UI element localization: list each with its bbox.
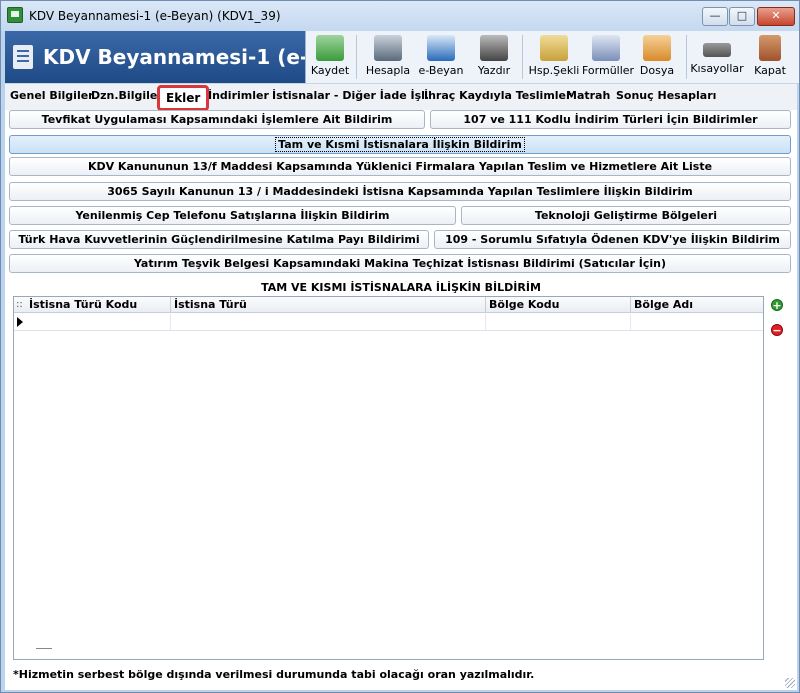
current-row-indicator-icon (17, 317, 23, 327)
e-beyan-label: e-Beyan (418, 64, 464, 77)
keyboard-icon (703, 43, 731, 57)
kisayollar-button[interactable]: Kısayollar (690, 33, 744, 81)
tab-indirimler[interactable]: İndirimler (208, 89, 269, 102)
e-beyan-logo-icon (427, 35, 455, 61)
minimize-button[interactable]: — (702, 7, 728, 26)
dosya-label: Dosya (639, 64, 675, 77)
kanun-3065-button[interactable]: 3065 Sayılı Kanunun 13 / i Maddesindeki … (9, 182, 791, 201)
toolbar-separator (522, 35, 523, 79)
close-window-button[interactable]: ✕ (757, 7, 795, 26)
cell-bolge-adi[interactable] (631, 314, 763, 330)
table-row[interactable] (14, 314, 763, 331)
istisna-grid[interactable]: :: İstisna Türü Kodu İstisna Türü Bölge … (13, 296, 764, 660)
thk-katilma-payi-button[interactable]: Türk Hava Kuvvetlerinin Güçlendirilmesin… (9, 230, 429, 249)
hesapla-button[interactable]: Hesapla (364, 33, 412, 81)
column-bolge-adi[interactable]: Bölge Adı (631, 297, 763, 313)
tab-ihrac-kaydiyla-teslimler[interactable]: İhraç Kaydıyla Teslimler (424, 89, 571, 102)
tam-kismi-istisna-label: Tam ve Kısmi İstisnalara İlişkin Bildiri… (275, 137, 525, 152)
column-drag-handle[interactable]: :: (16, 299, 23, 310)
tam-kismi-istisna-button[interactable]: Tam ve Kısmi İstisnalara İlişkin Bildiri… (9, 135, 791, 154)
window-title: KDV Beyannamesi-1 (e-Beyan) (KDV1_39) (29, 9, 281, 23)
cell-istisna-turu[interactable] (171, 314, 486, 330)
toolbar-separator (356, 35, 357, 79)
tab-ekler[interactable]: Ekler (157, 85, 210, 111)
cell-istisna-turu-kodu[interactable] (26, 314, 171, 330)
hesapla-label: Hesapla (365, 64, 411, 77)
tevfikat-button[interactable]: Tevfikat Uygulaması Kapsamındaki İşlemle… (9, 110, 425, 129)
forms-icon (592, 35, 620, 61)
yazdir-label: Yazdır (477, 64, 511, 77)
kapat-label: Kapat (754, 64, 786, 77)
section-title: TAM VE KISMI İSTİSNALARA İLİŞKİN BİLDİRİ… (261, 281, 541, 294)
kdv-13f-button[interactable]: KDV Kanununun 13/f Maddesi Kapsamında Yü… (9, 157, 791, 176)
gears-icon (540, 35, 568, 61)
footnote: *Hizmetin serbest bölge dışında verilmes… (13, 668, 535, 681)
content-panel: Tevfikat Uygulaması Kapsamındaki İşlemle… (5, 110, 797, 690)
tab-istisnalar[interactable]: İstisnalar - Diğer İade İşl. (272, 89, 429, 102)
tab-matrah[interactable]: Matrah (566, 89, 610, 102)
yazdir-button[interactable]: Yazdır (472, 33, 516, 81)
printer-icon (480, 35, 508, 61)
kaydet-button[interactable]: Kaydet (308, 33, 352, 81)
column-istisna-turu[interactable]: İstisna Türü (171, 297, 486, 313)
tab-bar: Genel Bilgiler Dzn.Bilgileri Ekler İndir… (5, 83, 797, 111)
app-icon (7, 7, 23, 23)
hesap-sekli-button[interactable]: Hsp.Şekli (528, 33, 580, 81)
add-row-icon[interactable]: + (771, 299, 783, 311)
formuller-label: Formüller (582, 64, 635, 77)
yenilenmis-cep-telefonu-button[interactable]: Yenilenmiş Cep Telefonu Satışlarına İliş… (9, 206, 456, 225)
yatirim-tesvik-button[interactable]: Yatırım Teşvik Belgesi Kapsamındaki Maki… (9, 254, 791, 273)
folder-icon (643, 35, 671, 61)
resize-grip-icon[interactable] (785, 678, 795, 688)
door-exit-icon (759, 35, 781, 61)
e-beyan-button[interactable]: e-Beyan (416, 33, 466, 81)
hesap-sekli-label: Hsp.Şekli (528, 64, 580, 77)
column-istisna-turu-kodu[interactable]: İstisna Türü Kodu (26, 297, 171, 313)
kapat-button[interactable]: Kapat (750, 33, 790, 81)
header-banner: KDV Beyannamesi-1 (e-Beyan) (5, 31, 305, 83)
grid-header: :: İstisna Türü Kodu İstisna Türü Bölge … (14, 297, 763, 313)
kaydet-label: Kaydet (310, 64, 350, 77)
kisayollar-label: Kısayollar (690, 62, 744, 75)
toolbar: Kaydet Hesapla e-Beyan Yazdır Hsp.Şekli … (305, 31, 799, 83)
dosya-button[interactable]: Dosya (636, 33, 678, 81)
save-check-icon (316, 35, 344, 61)
maximize-button[interactable]: □ (729, 7, 755, 26)
tab-sonuc-hesaplari[interactable]: Sonuç Hesapları (616, 89, 716, 102)
title-bar: KDV Beyannamesi-1 (e-Beyan) (KDV1_39) — … (1, 1, 799, 31)
cell-bolge-kodu[interactable] (486, 314, 631, 330)
indirim-107-111-button[interactable]: 107 ve 111 Kodlu İndirim Türleri İçin Bi… (430, 110, 791, 129)
document-icon (13, 45, 33, 69)
formuller-button[interactable]: Formüller (582, 33, 634, 81)
tab-dzn-bilgileri[interactable]: Dzn.Bilgileri (91, 89, 167, 102)
column-bolge-kodu[interactable]: Bölge Kodu (486, 297, 631, 313)
sorumlu-109-button[interactable]: 109 - Sorumlu Sıfatıyla Ödenen KDV'ye İl… (434, 230, 791, 249)
scroll-indicator (36, 648, 52, 649)
main-window: KDV Beyannamesi-1 (e-Beyan) (KDV1_39) — … (0, 0, 800, 693)
tab-genel-bilgiler[interactable]: Genel Bilgiler (10, 89, 94, 102)
banner-title: KDV Beyannamesi-1 (e-Beyan) (43, 45, 305, 69)
calculator-icon (374, 35, 402, 61)
remove-row-icon[interactable]: − (771, 324, 783, 336)
toolbar-separator (686, 35, 687, 79)
teknoloji-gelistirme-button[interactable]: Teknoloji Geliştirme Bölgeleri (461, 206, 791, 225)
